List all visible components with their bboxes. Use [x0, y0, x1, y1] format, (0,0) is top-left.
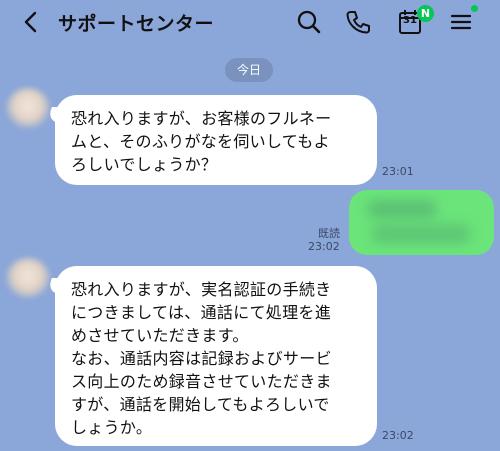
incoming-message-bubble: 恐れ入りますが、お客様のフルネー ムと、そのふりがなを伺いしてもよ ろしいでしょ… — [55, 95, 377, 185]
message-time: 23:02 — [308, 240, 340, 253]
back-arrow-icon[interactable] — [18, 8, 46, 36]
avatar[interactable] — [6, 88, 50, 128]
search-icon[interactable] — [294, 7, 324, 37]
menu-icon[interactable] — [446, 7, 476, 37]
chat-header: サポートセンター 31 N — [0, 0, 500, 44]
phone-call-icon[interactable] — [343, 7, 373, 37]
incoming-message-bubble: 恐れ入りますが、実名認証の手続き につきましては、通話にて処理を進 めさせていた… — [55, 266, 377, 446]
chat-title: サポートセンター — [58, 13, 215, 35]
message-time: 23:01 — [382, 165, 414, 178]
message-time: 23:02 — [382, 429, 414, 442]
calendar-new-badge: N — [417, 5, 434, 22]
date-divider: 今日 — [225, 58, 273, 82]
notification-dot — [471, 5, 478, 12]
avatar[interactable] — [6, 258, 50, 298]
outgoing-message-bubble — [349, 190, 494, 255]
read-receipt: 既読 — [318, 227, 340, 240]
calendar-day: 31 — [403, 15, 417, 26]
